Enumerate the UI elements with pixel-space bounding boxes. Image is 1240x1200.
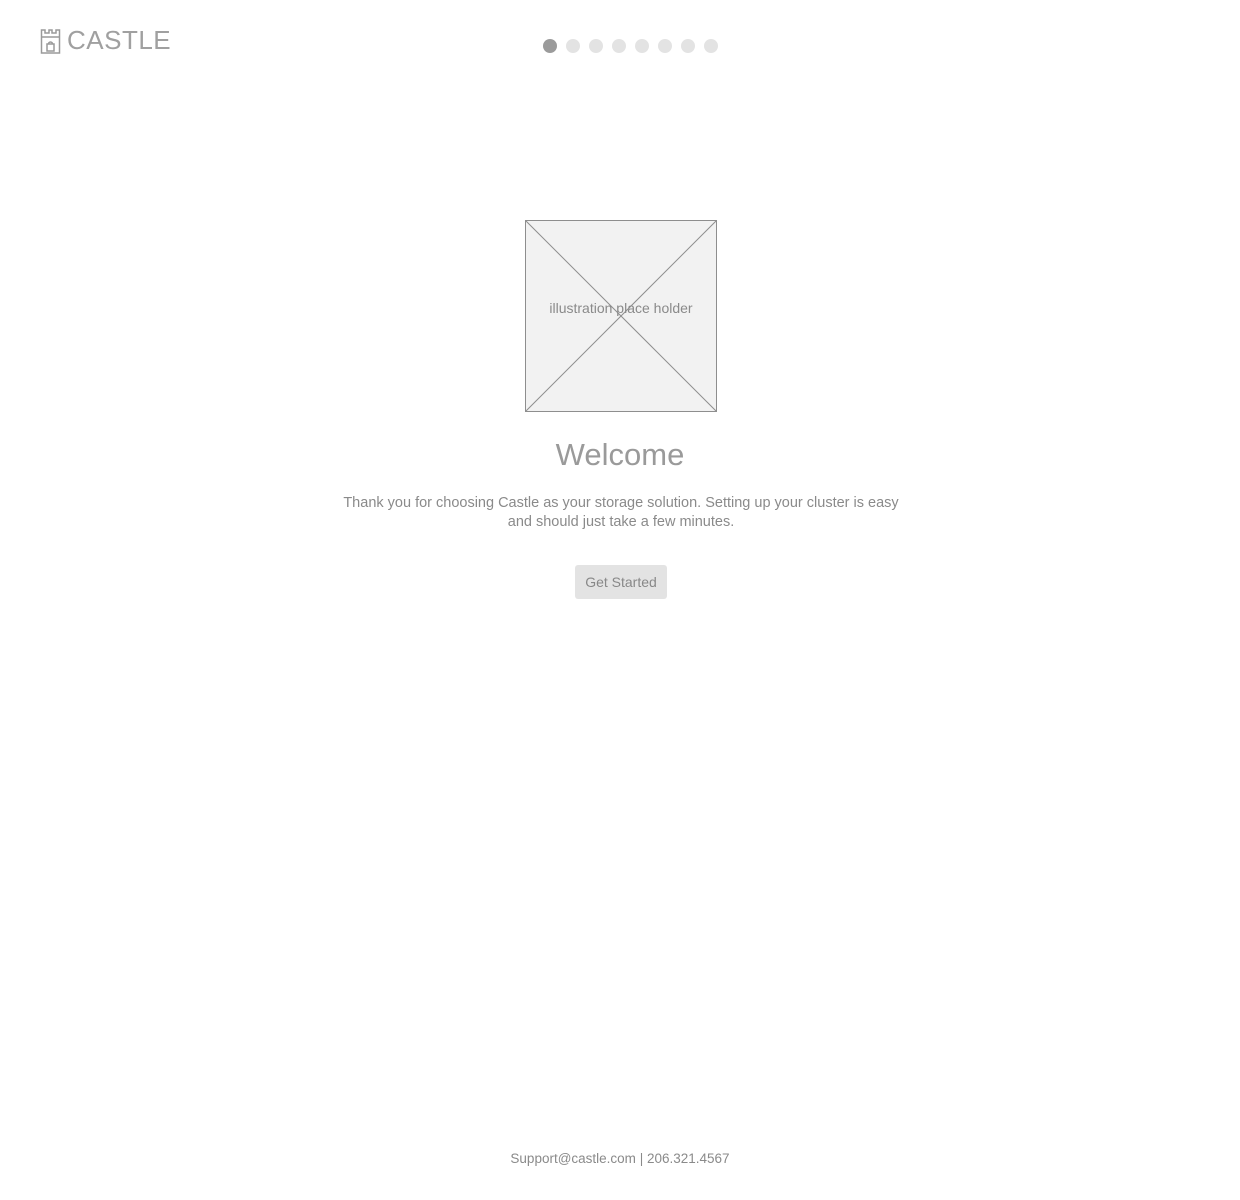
- step-dot-7[interactable]: [681, 39, 695, 53]
- support-phone: 206.321.4567: [646, 1151, 730, 1166]
- footer-contact: Support@castle.com | 206.321.4567: [0, 1151, 1240, 1166]
- castle-logo: CASTLE: [40, 27, 171, 54]
- footer-separator: |: [639, 1151, 644, 1166]
- step-dot-2[interactable]: [566, 39, 580, 53]
- step-dot-4[interactable]: [612, 39, 626, 53]
- setup-wizard-page: CASTLE illustration place holder Welcome…: [0, 0, 1240, 1200]
- step-dot-3[interactable]: [589, 39, 603, 53]
- page-title: Welcome: [555, 437, 685, 472]
- welcome-description: Thank you for choosing Castle as your st…: [343, 495, 899, 530]
- step-dot-1[interactable]: [543, 39, 557, 53]
- illustration-placeholder: illustration place holder: [525, 220, 717, 412]
- step-dot-8[interactable]: [704, 39, 718, 53]
- castle-icon: [40, 27, 61, 54]
- logo-text: CASTLE: [67, 25, 172, 55]
- get-started-button[interactable]: Get Started: [575, 565, 667, 599]
- step-dot-6[interactable]: [658, 39, 672, 53]
- illustration-placeholder-label: illustration place holder: [549, 300, 693, 316]
- support-email-link[interactable]: Support@castle.com: [510, 1151, 636, 1166]
- step-dot-5[interactable]: [635, 39, 649, 53]
- step-progress-indicator: [543, 39, 718, 53]
